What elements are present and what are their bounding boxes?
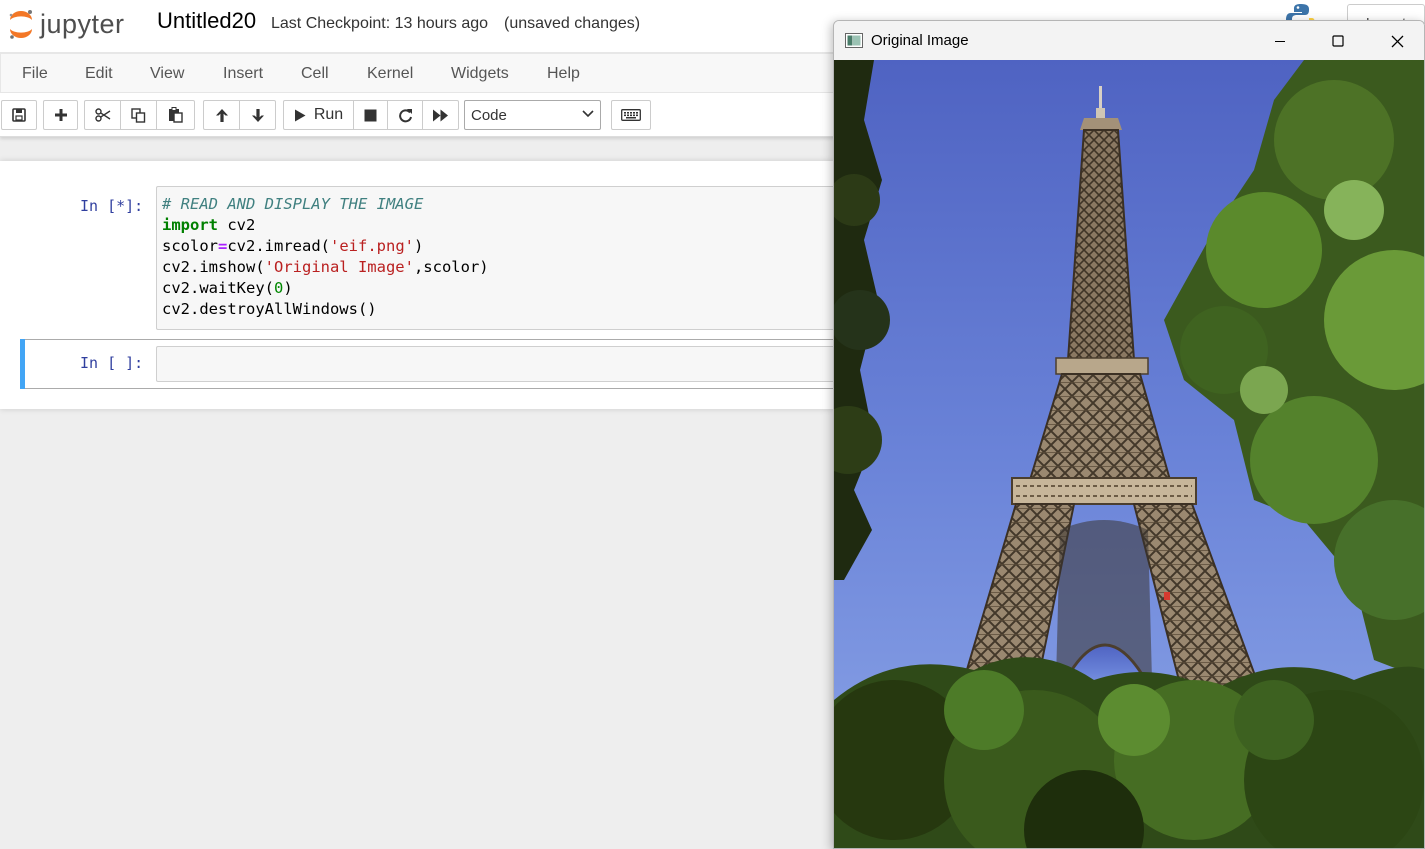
code-line: cv2.waitKey(0) (162, 279, 293, 297)
cell-type-select[interactable]: Code (464, 100, 601, 130)
eiffel-tower-photo (834, 60, 1424, 848)
arrow-up-icon (215, 108, 228, 122)
restart-button[interactable] (387, 100, 423, 130)
close-button[interactable] (1385, 29, 1409, 53)
window-app-icon (845, 33, 863, 48)
code-editor[interactable]: # READ AND DISPLAY THE IMAGE import cv2 sc… (156, 186, 834, 330)
string-literal: 'eif.png' (330, 237, 414, 255)
plus-icon (54, 109, 67, 121)
code-line: # READ AND DISPLAY THE IMAGE (162, 194, 834, 215)
autosave-status: (unsaved changes) (504, 15, 641, 32)
stop-icon (364, 109, 377, 121)
selected-cell-indicator (20, 339, 25, 389)
command-palette-button[interactable] (611, 100, 651, 130)
menu-view[interactable]: View (150, 65, 184, 83)
opencv-image-window[interactable]: Original Image (833, 20, 1425, 849)
copy-icon (131, 107, 146, 123)
refresh-icon (398, 108, 412, 122)
notebook-container: In [*]: # READ AND DISPLAY THE IMAGE impo… (0, 161, 834, 409)
checkpoint-status: Last Checkpoint: 13 hours ago (271, 15, 489, 32)
interrupt-button[interactable] (353, 100, 388, 130)
maximize-button[interactable] (1326, 29, 1350, 53)
window-title: Original Image (871, 32, 969, 49)
number-literal: 0 (273, 279, 284, 297)
insert-cell-button[interactable] (43, 100, 78, 130)
menu-widgets[interactable]: Widgets (451, 65, 509, 83)
play-icon (294, 109, 306, 121)
minimize-button[interactable] (1268, 29, 1292, 53)
logo-text: jupyter (40, 8, 125, 39)
save-button[interactable] (1, 100, 37, 130)
code-block: # READ AND DISPLAY THE IMAGE import cv2 sc… (157, 187, 834, 320)
code-comment: # READ AND DISPLAY THE IMAGE (162, 195, 424, 213)
code-line: scolor=cv2.imread('eif.png') (162, 237, 424, 255)
code-cell[interactable]: In [*]: # READ AND DISPLAY THE IMAGE impo… (20, 186, 834, 332)
operator: = (218, 237, 228, 255)
arrow-down-icon (251, 108, 264, 122)
maximize-icon (1332, 35, 1344, 47)
chevron-down-icon (582, 110, 594, 118)
copy-button[interactable] (120, 100, 157, 130)
menu-help[interactable]: Help (547, 65, 580, 83)
minimize-icon (1275, 41, 1285, 42)
run-label: Run (313, 106, 344, 123)
move-up-button[interactable] (203, 100, 240, 130)
code-cell-selected[interactable]: In [ ]: (20, 339, 834, 389)
code-line: import cv2 (162, 216, 256, 234)
save-icon (12, 108, 26, 122)
run-all-button[interactable] (422, 100, 459, 130)
menu-cell[interactable]: Cell (301, 65, 329, 83)
close-icon (1391, 35, 1403, 47)
paste-button[interactable] (156, 100, 195, 130)
keyword-import: import (162, 216, 218, 234)
code-line: cv2.destroyAllWindows() (162, 300, 377, 318)
menu-edit[interactable]: Edit (85, 65, 113, 83)
input-prompt: In [ ]: (80, 354, 144, 372)
notebook-name[interactable]: Untitled20 (157, 8, 256, 34)
code-line: cv2.imshow('Original Image',scolor) (162, 258, 489, 276)
fast-forward-icon (433, 109, 448, 121)
string-literal: 'Original Image' (264, 258, 414, 276)
run-button[interactable]: Run (283, 100, 354, 130)
cell-type-value: Code (471, 107, 507, 124)
scissors-icon (94, 108, 110, 122)
menu-kernel[interactable]: Kernel (367, 65, 413, 83)
cut-button[interactable] (84, 100, 121, 130)
window-titlebar[interactable]: Original Image (834, 21, 1424, 60)
paste-icon (169, 107, 183, 123)
move-down-button[interactable] (239, 100, 276, 130)
keyboard-icon (621, 109, 641, 121)
menu-file[interactable]: File (22, 65, 48, 83)
menu-insert[interactable]: Insert (223, 65, 263, 83)
jupyter-logo-icon (9, 10, 32, 39)
jupyter-logo[interactable]: jupyter (6, 4, 125, 44)
code-editor[interactable] (156, 346, 834, 382)
input-prompt: In [*]: (80, 197, 144, 215)
